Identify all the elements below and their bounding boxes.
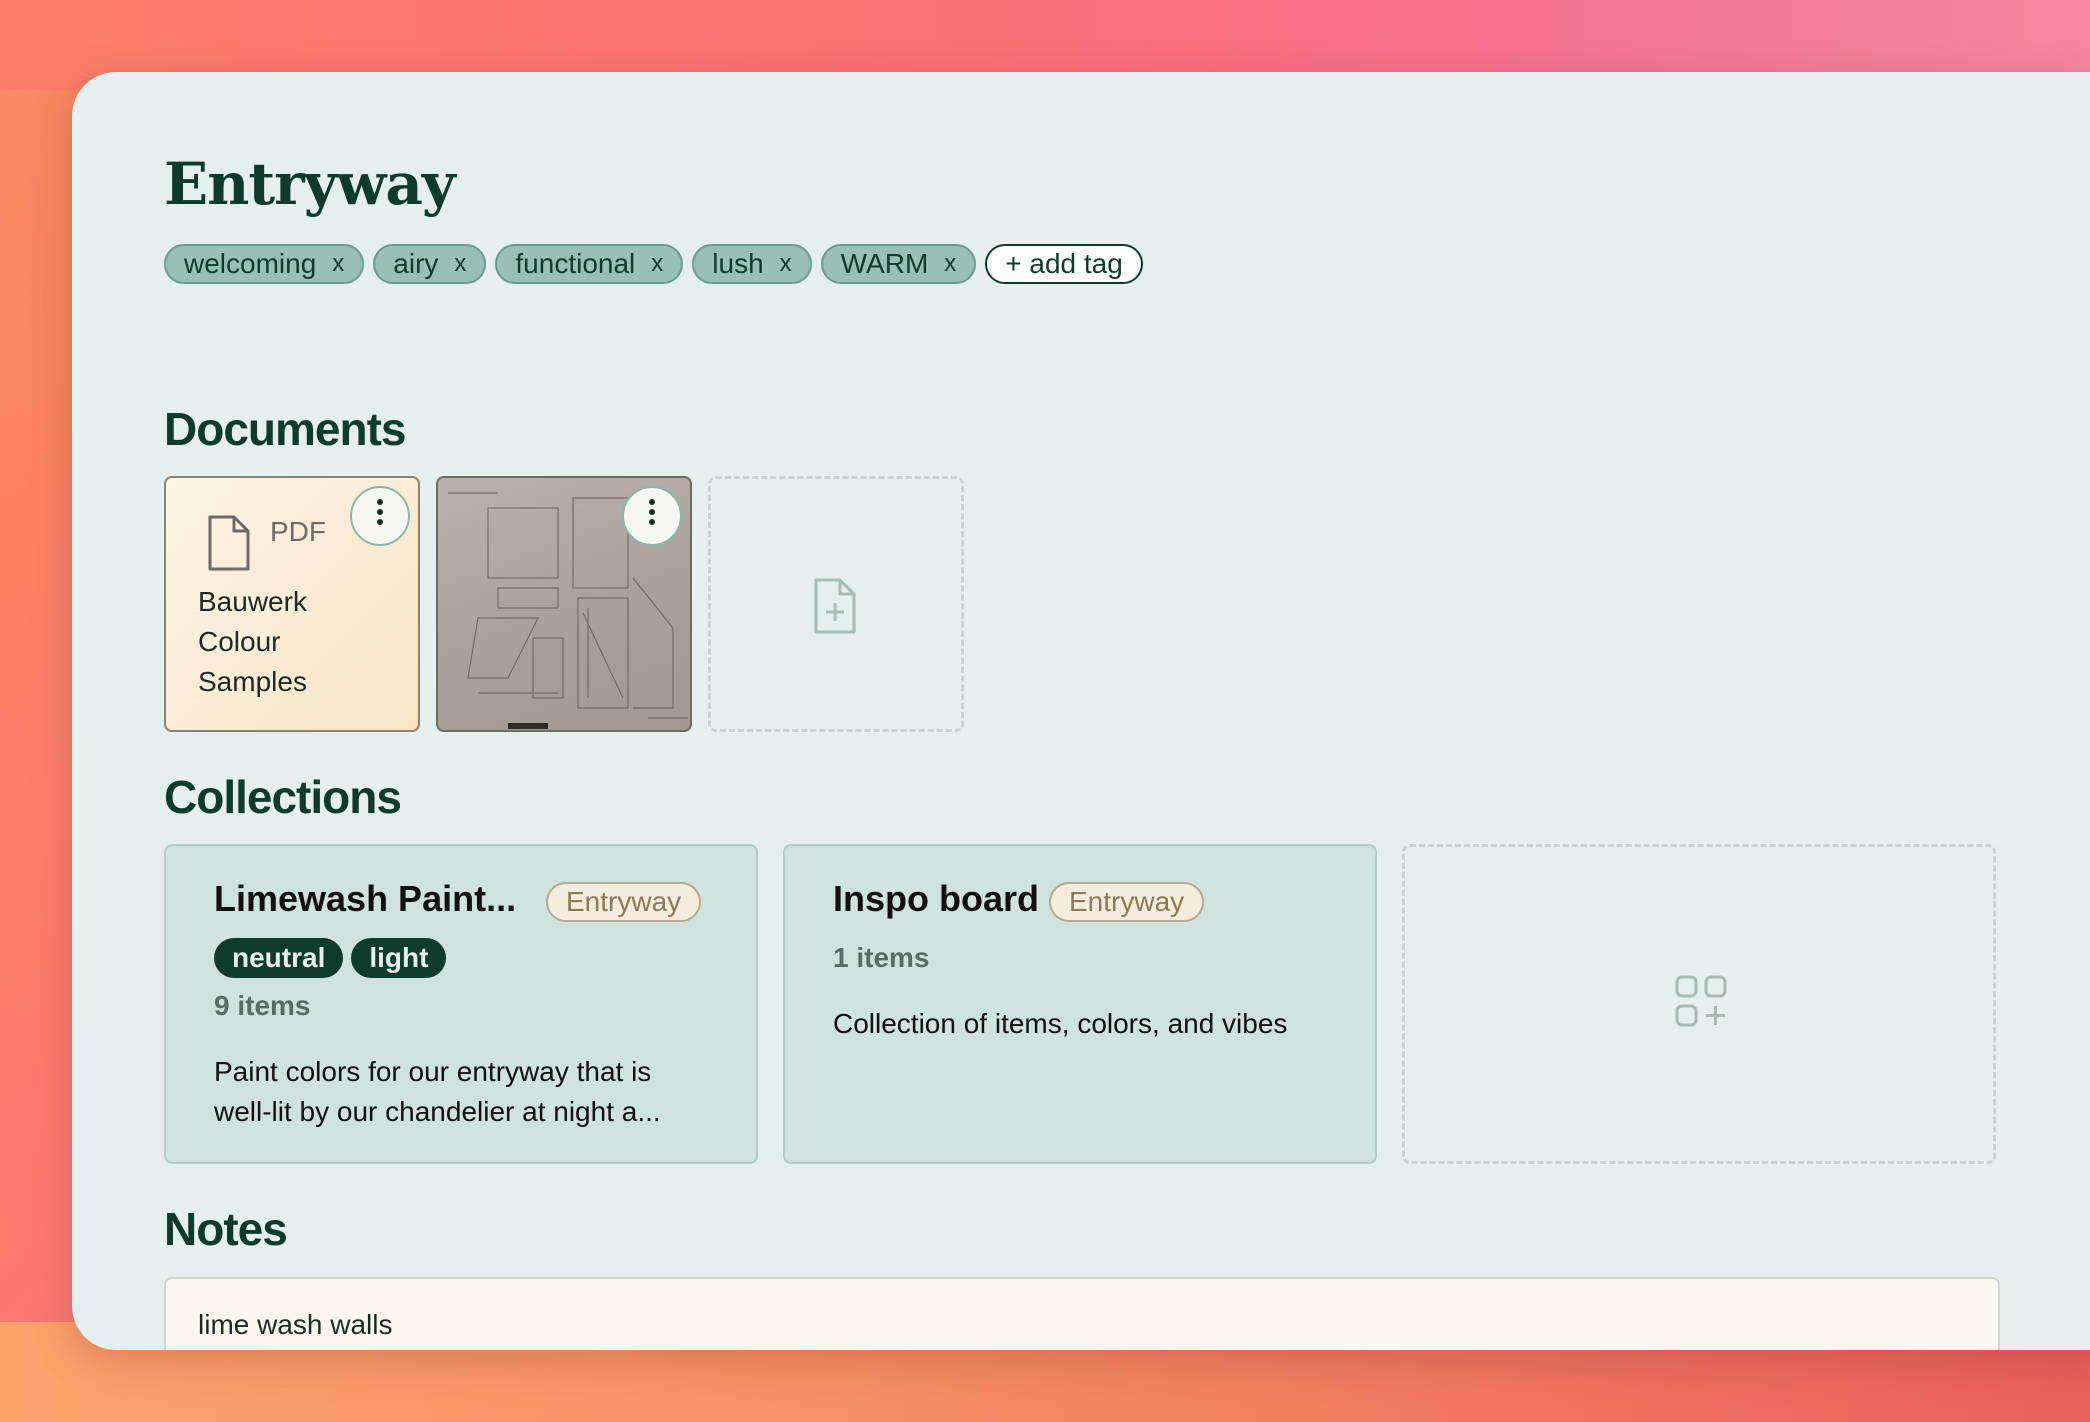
tag-chip[interactable]: lush x: [692, 244, 812, 284]
remove-tag-button[interactable]: x: [454, 250, 466, 278]
tag-chip[interactable]: WARM x: [820, 244, 977, 284]
location-badge: Entryway: [1049, 882, 1205, 922]
tag-label: WARM: [840, 248, 929, 279]
tag-list: welcoming x airy x functional x lush x W…: [164, 244, 1143, 284]
add-collection-button[interactable]: [1402, 844, 1996, 1164]
tag-label: lush: [712, 248, 764, 279]
document-card-image[interactable]: [436, 476, 692, 732]
add-tag-button[interactable]: + add tag: [985, 244, 1143, 284]
tag-label: welcoming: [184, 248, 317, 279]
file-plus-icon: [811, 577, 859, 640]
collections-heading: Collections: [164, 771, 402, 823]
more-vertical-icon: [648, 498, 656, 534]
document-title: Bauwerk Colour Samples: [198, 586, 307, 697]
collection-card[interactable]: Inspo board Entryway 1 items Collection …: [783, 844, 1377, 1164]
document-type-label: PDF: [270, 516, 326, 547]
collection-tag: neutral: [214, 938, 344, 978]
collection-tags: neutral light: [214, 938, 447, 978]
collection-title: Limewash Paint...: [214, 878, 517, 919]
more-options-button[interactable]: [350, 486, 410, 546]
collection-item-count: 9 items: [214, 990, 311, 1021]
document-card-pdf[interactable]: PDF Bauwerk Colour Samples: [164, 476, 420, 732]
collection-description: Collection of items, colors, and vibes: [833, 1008, 1288, 1039]
more-vertical-icon: [376, 498, 384, 534]
tag-label: functional: [515, 248, 636, 279]
tag-chip[interactable]: functional x: [495, 244, 684, 284]
location-badge: Entryway: [546, 882, 702, 922]
collection-title: Inspo board: [833, 878, 1039, 919]
remove-tag-button[interactable]: x: [651, 250, 663, 278]
more-options-button[interactable]: [622, 486, 682, 546]
collection-description: Paint colors for our entryway that is we…: [214, 1056, 661, 1127]
collection-item-count: 1 items: [833, 942, 930, 973]
collection-tag: light: [351, 938, 447, 978]
page-title: Entryway: [164, 150, 456, 218]
app-window: Entryway welcoming x airy x functional x…: [72, 72, 2090, 1350]
notes-heading: Notes: [164, 1203, 288, 1255]
add-document-button[interactable]: [708, 476, 964, 732]
documents-heading: Documents: [164, 403, 406, 455]
remove-tag-button[interactable]: x: [332, 250, 344, 278]
tag-chip[interactable]: airy x: [373, 244, 487, 284]
grid-plus-icon: [1675, 975, 1727, 1032]
note-card[interactable]: lime wash walls: [164, 1277, 2000, 1350]
remove-tag-button[interactable]: x: [944, 250, 956, 278]
collection-card[interactable]: Limewash Paint... Entryway neutral light…: [164, 844, 758, 1164]
note-text: lime wash walls: [198, 1309, 393, 1340]
file-icon: [206, 514, 252, 577]
tag-label: airy: [393, 248, 439, 279]
remove-tag-button[interactable]: x: [780, 250, 792, 278]
tag-chip[interactable]: welcoming x: [164, 244, 365, 284]
